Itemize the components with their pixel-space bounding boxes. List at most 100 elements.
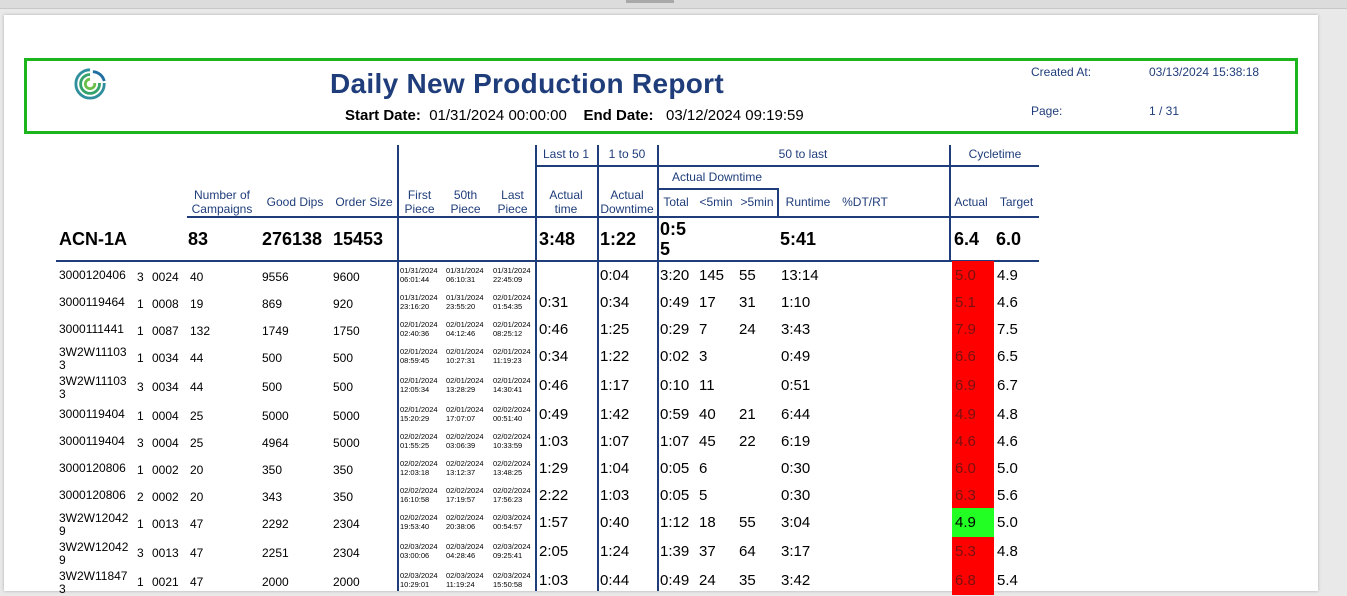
cycletime-target: 7.5 — [997, 321, 1018, 338]
viewer-top-bar — [0, 0, 1347, 9]
actual-downtime: 1:17 — [600, 377, 630, 394]
last-piece-date: 02/03/2024 — [493, 571, 531, 580]
last-piece-time: 15:50:58 — [493, 580, 523, 589]
report-title: Daily New Production Report — [330, 68, 724, 99]
downtime-under-5min: 7 — [699, 321, 708, 338]
last-piece-date: 02/01/2024 — [493, 376, 531, 385]
downtime-total: 0:05 — [660, 487, 690, 504]
order-number: 3000119464 — [59, 295, 125, 309]
cycletime-actual-cell: 4.9 — [952, 400, 994, 429]
downtime-over-5min: 55 — [739, 267, 756, 284]
page-number: 1 / 31 — [1149, 104, 1180, 118]
header-50th-piece: 50th Piece — [450, 188, 481, 216]
cycletime-actual-cell: 7.9 — [952, 315, 994, 344]
fiftieth-piece-date: 02/02/2024 — [446, 459, 484, 468]
order-number-wrap: 9 — [59, 524, 66, 538]
order-number: 3W2W12042 — [59, 540, 129, 554]
downtime-total: 1:39 — [660, 543, 690, 560]
order-size: 350 — [333, 463, 354, 477]
date-range: Start Date: 01/31/2024 00:00:00 End Date… — [345, 107, 804, 124]
number-of-campaigns: 20 — [190, 490, 204, 504]
first-piece-date: 02/01/2024 — [400, 376, 438, 385]
good-dips: 1749 — [262, 324, 289, 338]
order-extension: 1 — [137, 575, 144, 589]
summary-total-downtime: 0:5 5 — [660, 219, 687, 259]
number-of-campaigns: 47 — [190, 517, 204, 531]
last-piece-date: 02/03/2024 — [493, 542, 531, 551]
first-piece-time: 19:53:40 — [400, 522, 430, 531]
cycletime-actual: 5.3 — [955, 543, 976, 560]
downtime-over-5min: 21 — [739, 406, 756, 423]
header-gt5min: >5min — [740, 195, 774, 209]
good-dips: 869 — [262, 297, 283, 311]
order-size: 500 — [333, 380, 354, 394]
last-piece-time: 01:54:35 — [493, 302, 523, 311]
downtime-total: 1:07 — [660, 433, 690, 450]
header-actual-downtime: Actual Downtime — [600, 188, 654, 216]
downtime-under-5min: 37 — [699, 543, 716, 560]
first-piece-date: 02/03/2024 — [400, 571, 438, 580]
fiftieth-piece-date: 01/31/2024 — [446, 266, 484, 275]
last-piece-time: 13:48:25 — [493, 468, 523, 477]
cycletime-actual: 7.9 — [955, 321, 976, 338]
header-50-to-last: 50 to last — [778, 147, 828, 161]
summary-actual-time: 3:48 — [539, 229, 576, 249]
order-number: 3000120406 — [59, 268, 126, 282]
created-at-label: Created At: — [1031, 65, 1092, 79]
fiftieth-piece-time: 03:06:39 — [446, 441, 476, 450]
cycletime-actual-cell: 5.3 — [952, 537, 994, 566]
fiftieth-piece-time: 17:19:57 — [446, 495, 476, 504]
downtime-under-5min: 5 — [699, 487, 708, 504]
number-of-campaigns: 44 — [190, 380, 204, 394]
downtime-total: 0:29 — [660, 321, 690, 338]
header-ct-target: Target — [999, 195, 1034, 209]
header-ct-actual: Actual — [954, 195, 988, 209]
cycletime-actual-cell: 4.9 — [952, 508, 994, 537]
number-of-campaigns: 25 — [190, 436, 204, 450]
downtime-total: 0:10 — [660, 377, 690, 394]
header-number-of-campaigns: Number of Campaigns — [191, 188, 253, 216]
header-actual-time: Actual time — [549, 188, 583, 216]
good-dips: 5000 — [262, 409, 289, 423]
fiftieth-piece-date: 01/31/2024 — [446, 293, 484, 302]
campaign-code: 0004 — [152, 409, 179, 423]
last-piece-time: 22:45:09 — [493, 275, 523, 284]
divider — [777, 188, 779, 218]
runtime: 0:30 — [781, 460, 811, 477]
last-piece-time: 11:19:23 — [493, 356, 522, 365]
cycletime-actual-cell: 6.0 — [952, 454, 994, 483]
number-of-campaigns: 19 — [190, 297, 204, 311]
header-first-piece: First Piece — [404, 188, 435, 216]
campaign-code: 0004 — [152, 436, 179, 450]
campaign-code: 0013 — [152, 517, 179, 531]
machine-name: ACN-1A — [59, 229, 128, 249]
cycletime-actual: 6.8 — [955, 572, 976, 589]
downtime-total: 0:02 — [660, 348, 690, 365]
summary-good-dips: 276138 — [262, 229, 323, 249]
cycletime-actual-cell: 5.0 — [952, 261, 994, 290]
last-piece-time: 17:56:23 — [493, 495, 523, 504]
runtime: 0:49 — [781, 348, 811, 365]
order-size: 5000 — [333, 409, 360, 423]
number-of-campaigns: 44 — [190, 351, 204, 365]
viewer-handle[interactable] — [626, 0, 674, 3]
report-header: Daily New Production Report Start Date: … — [24, 58, 1298, 134]
good-dips: 2000 — [262, 575, 289, 589]
summary-ct-target: 6.0 — [996, 229, 1022, 249]
fiftieth-piece-time: 06:10:31 — [446, 275, 476, 284]
order-number: 3W2W11103 — [59, 374, 127, 388]
last-piece-date: 02/01/2024 — [493, 293, 531, 302]
first-piece-date: 02/01/2024 — [400, 320, 438, 329]
first-piece-date: 02/01/2024 — [400, 405, 438, 414]
header-good-dips: Good Dips — [266, 195, 324, 209]
campaign-code: 0002 — [152, 490, 179, 504]
actual-downtime: 1:25 — [600, 321, 630, 338]
order-extension: 1 — [137, 351, 144, 365]
order-number: 3W2W11847 — [59, 569, 128, 583]
table-row: 3000120806 2 0002 20 343 350 02/02/2024 16:10:5… — [4, 481, 1044, 510]
order-number: 3000120806 — [59, 488, 126, 502]
header-total: Total — [663, 195, 689, 209]
downtime-total: 3:20 — [660, 267, 690, 284]
fiftieth-piece-time: 17:07:07 — [446, 414, 476, 423]
last-piece-time: 00:54:57 — [493, 522, 523, 531]
